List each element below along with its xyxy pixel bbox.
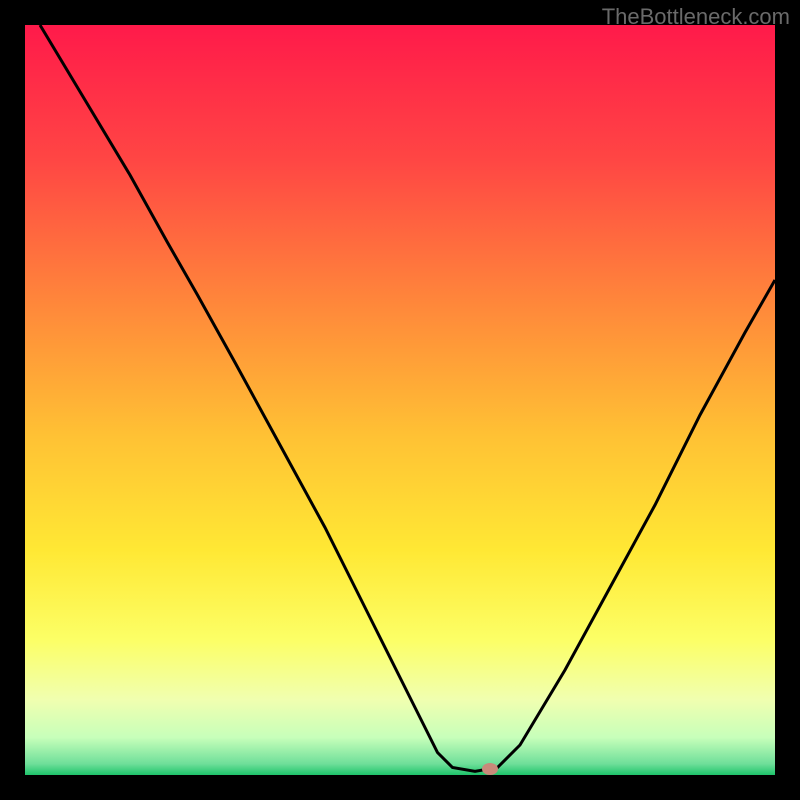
- optimal-point-marker: [482, 763, 498, 775]
- gradient-background: [25, 25, 775, 775]
- chart-svg: [25, 25, 775, 775]
- watermark-text: TheBottleneck.com: [602, 4, 790, 30]
- plot-area: [25, 25, 775, 775]
